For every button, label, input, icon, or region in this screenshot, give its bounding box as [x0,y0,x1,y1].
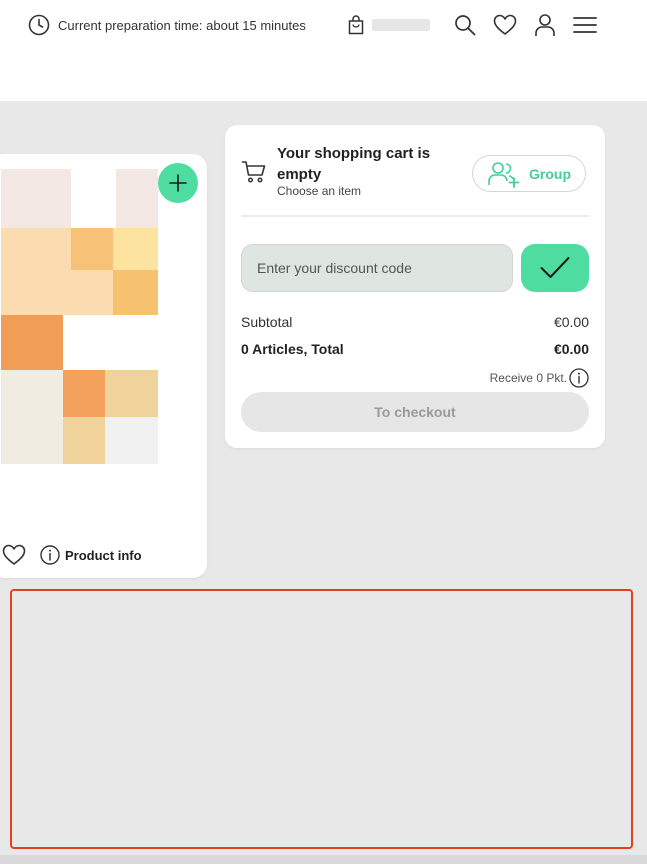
highlighted-region [10,589,633,849]
subtotal-value: €0.00 [553,314,589,330]
cart-subtitle: Choose an item [277,184,362,198]
checkout-button[interactable]: To checkout [241,392,589,432]
divider [241,215,589,217]
discount-code-input[interactable] [241,244,513,292]
total-label: 0 Articles, Total [241,341,344,357]
info-icon [40,545,60,565]
account-button[interactable] [532,12,558,38]
cart-panel: Your shopping cart is empty Choose an it… [225,125,605,448]
subtotal-row: Subtotal €0.00 [241,314,589,330]
mosaic-tile [63,370,105,417]
add-group-icon [488,161,520,188]
checkmark-icon [540,257,570,278]
mosaic-tile [63,417,105,464]
user-icon [535,14,555,36]
cart-title: Your shopping cart is empty [277,145,431,183]
mosaic-tile [113,228,158,270]
clock-icon [28,14,50,36]
total-value: €0.00 [553,341,589,357]
points-info: Receive 0 Pkt. [490,368,589,388]
mosaic-tile [71,270,113,315]
bottom-strip [0,855,647,864]
heart-icon [493,14,517,35]
menu-button[interactable] [572,12,598,38]
search-button[interactable] [452,12,478,38]
product-info-link[interactable]: Product info [40,545,142,565]
info-icon[interactable] [569,368,589,388]
favorites-button[interactable] [492,12,518,38]
prep-time-text: Current preparation time: about 15 minut… [58,17,306,33]
points-text: Receive 0 Pkt. [489,371,567,385]
mosaic-tile [1,370,63,464]
add-to-cart-button[interactable] [158,163,198,203]
mosaic-tile [116,169,158,228]
bag-total-placeholder [372,19,430,31]
mosaic-tile [1,169,71,228]
preparation-time: Current preparation time: about 15 minut… [28,13,306,37]
mosaic-tile [1,228,71,315]
group-button-label: Group [529,165,571,182]
product-card: Product info [0,154,207,578]
mosaic-tile [105,370,158,417]
product-info-label: Product info [65,547,142,563]
apply-discount-button[interactable] [521,244,589,292]
mosaic-tile [113,270,158,315]
plus-icon [169,174,187,192]
total-row: 0 Articles, Total €0.00 [241,341,589,357]
shopping-bag-icon[interactable] [346,14,366,36]
mosaic-tile [71,228,113,270]
mosaic-tile [1,315,63,370]
menu-icon [573,17,597,33]
favorite-heart-icon[interactable] [2,544,26,566]
mosaic-tile [105,417,158,464]
subtotal-label: Subtotal [241,314,293,330]
product-image[interactable] [0,154,207,578]
group-order-button[interactable]: Group [472,155,586,192]
top-bar: Current preparation time: about 15 minut… [0,0,647,101]
search-icon [455,15,476,36]
cart-icon [241,161,266,183]
